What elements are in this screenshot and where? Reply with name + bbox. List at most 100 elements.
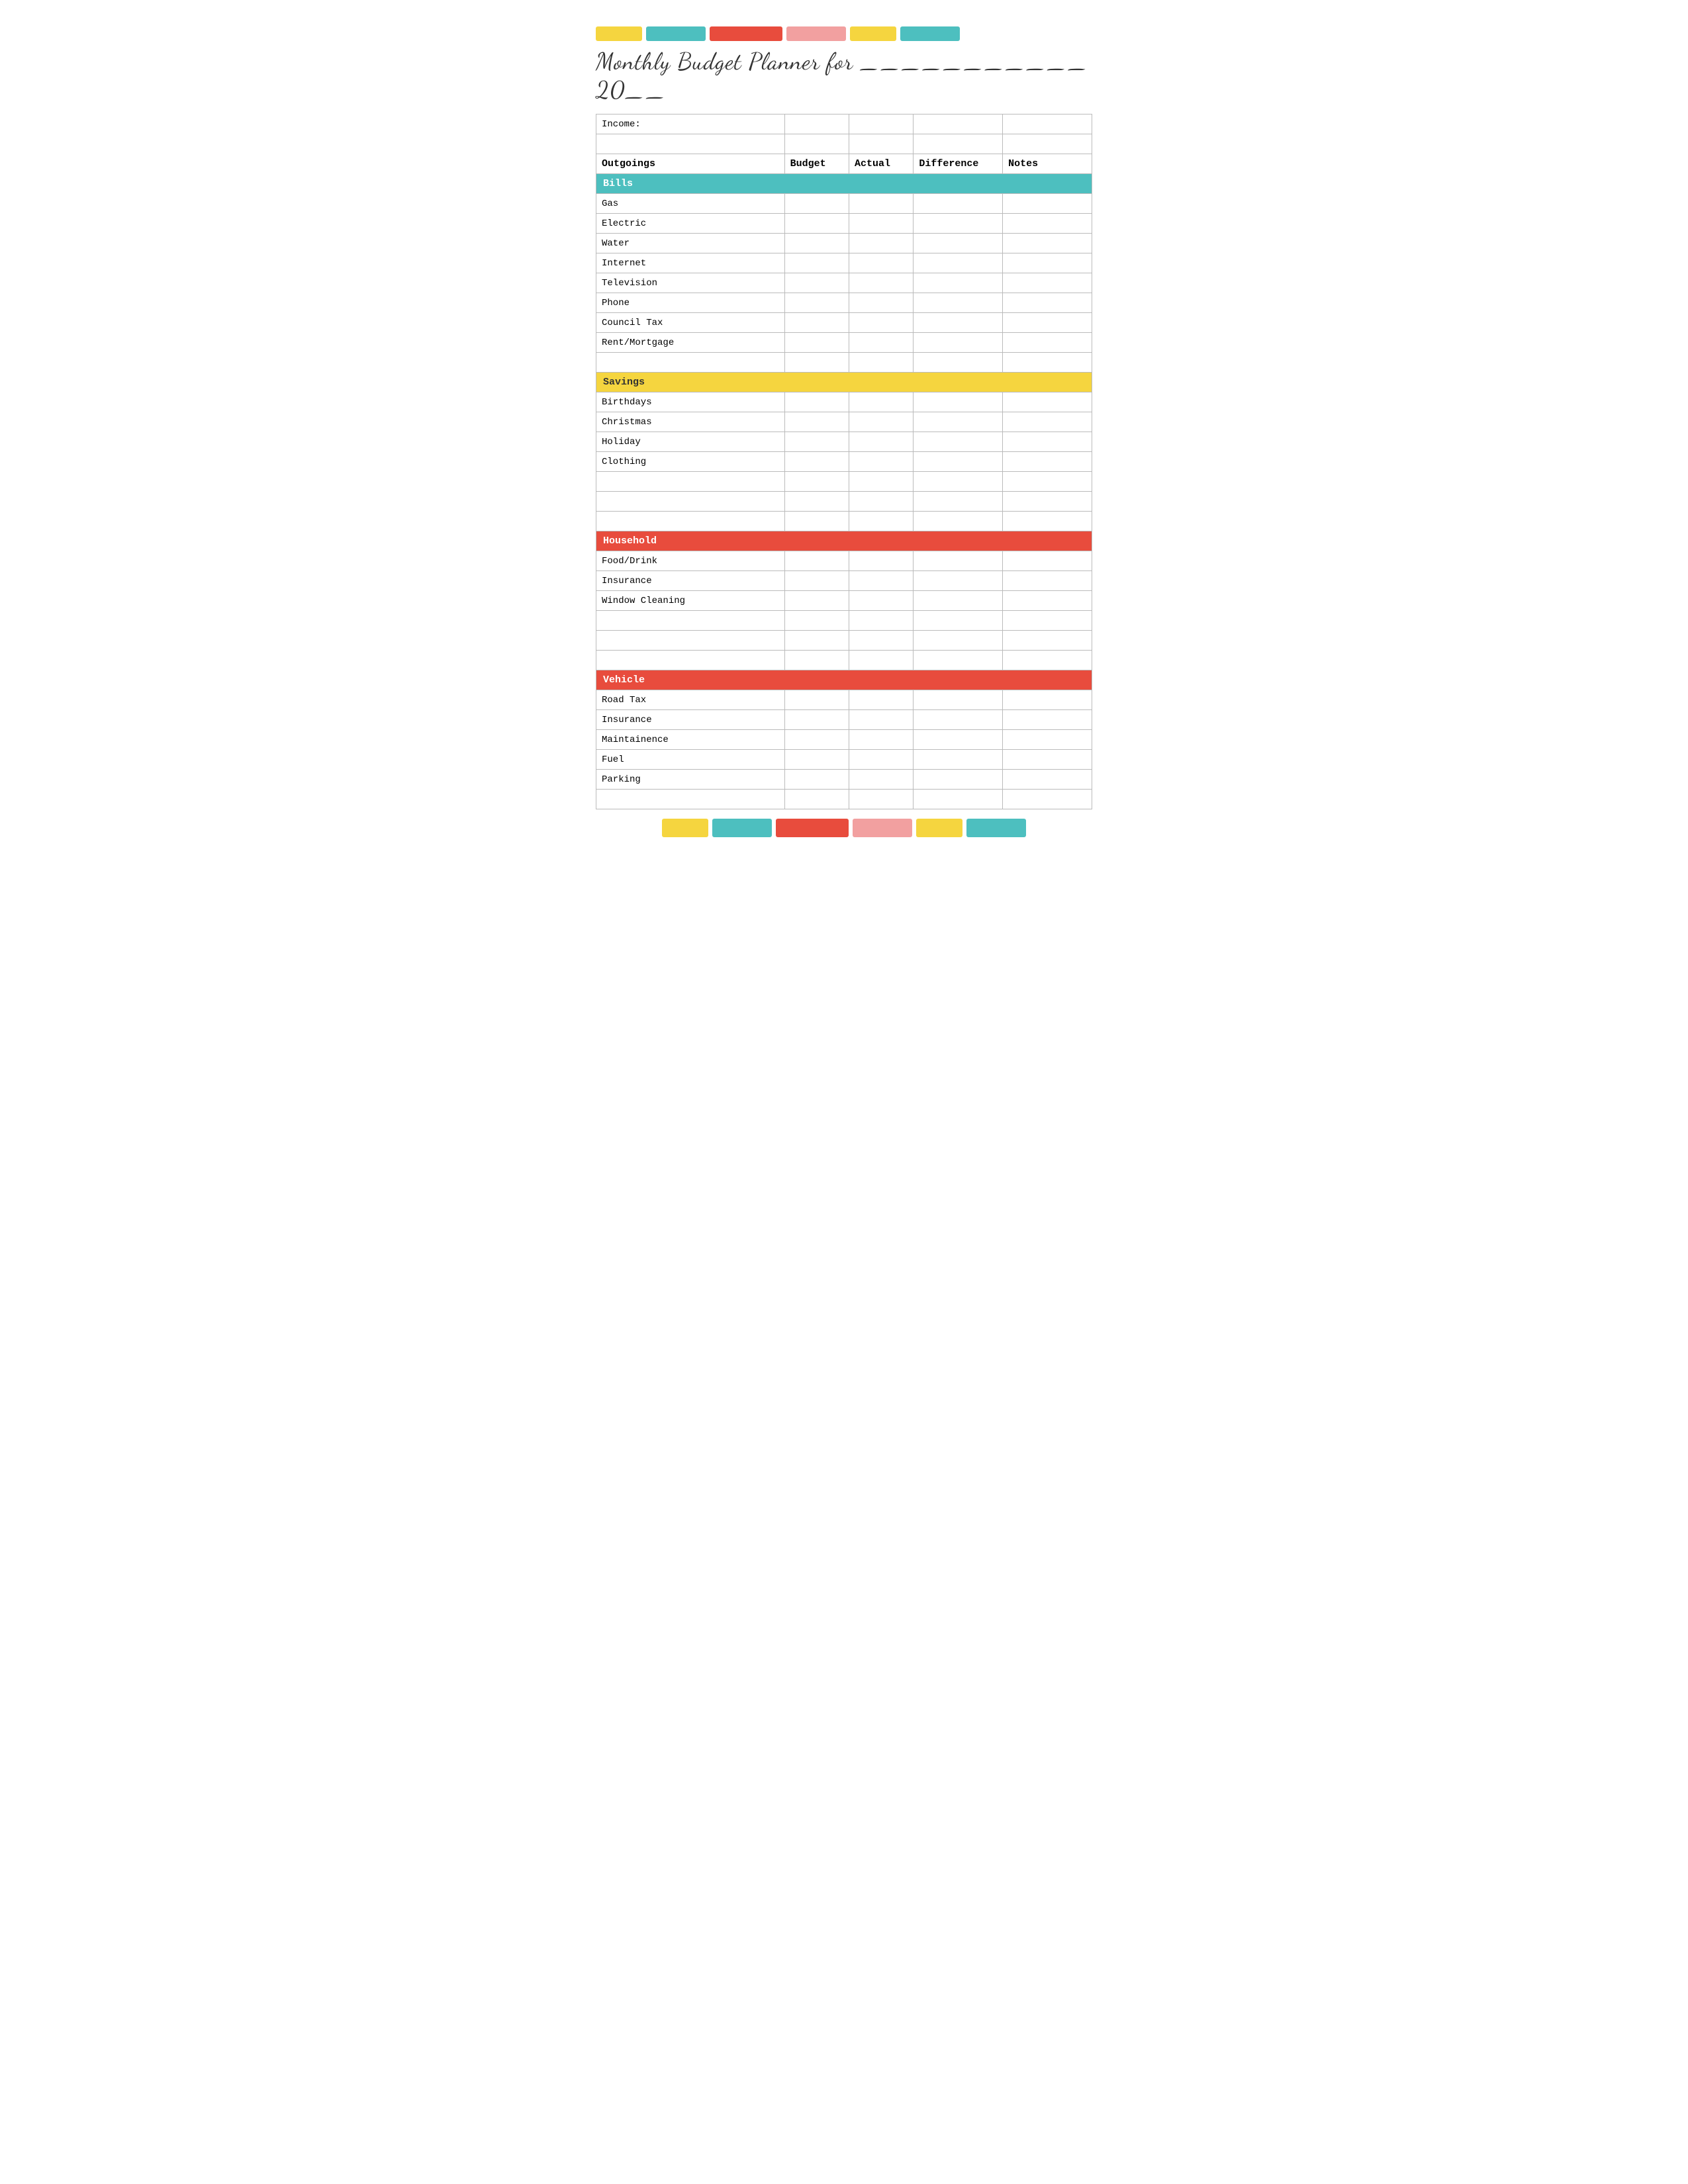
row-actual[interactable] <box>849 313 913 333</box>
row-notes[interactable] <box>1003 690 1092 710</box>
row-label: Gas <box>596 194 785 214</box>
row-budget[interactable] <box>784 452 849 472</box>
row-actual[interactable] <box>849 333 913 353</box>
row-budget[interactable] <box>784 412 849 432</box>
table-row: Gas <box>596 194 1092 214</box>
row-diff[interactable] <box>914 452 1003 472</box>
row-actual[interactable] <box>849 591 913 611</box>
row-notes[interactable] <box>1003 750 1092 770</box>
row-diff[interactable] <box>914 571 1003 591</box>
row-label: Christmas <box>596 412 785 432</box>
row-budget[interactable] <box>784 730 849 750</box>
vehicle-empty-row <box>596 790 1092 809</box>
row-actual[interactable] <box>849 551 913 571</box>
row-diff[interactable] <box>914 730 1003 750</box>
row-actual[interactable] <box>849 412 913 432</box>
row-actual[interactable] <box>849 214 913 234</box>
row-label: Maintainence <box>596 730 785 750</box>
row-notes[interactable] <box>1003 571 1092 591</box>
bottom-bar <box>776 819 849 837</box>
row-actual[interactable] <box>849 710 913 730</box>
row-budget[interactable] <box>784 392 849 412</box>
row-diff[interactable] <box>914 432 1003 452</box>
row-notes[interactable] <box>1003 194 1092 214</box>
row-diff[interactable] <box>914 273 1003 293</box>
row-notes[interactable] <box>1003 730 1092 750</box>
row-actual[interactable] <box>849 253 913 273</box>
row-budget[interactable] <box>784 690 849 710</box>
row-actual[interactable] <box>849 770 913 790</box>
row-budget[interactable] <box>784 551 849 571</box>
row-actual[interactable] <box>849 690 913 710</box>
row-budget[interactable] <box>784 214 849 234</box>
row-notes[interactable] <box>1003 452 1092 472</box>
row-budget[interactable] <box>784 293 849 313</box>
row-diff[interactable] <box>914 392 1003 412</box>
row-actual[interactable] <box>849 293 913 313</box>
row-notes[interactable] <box>1003 234 1092 253</box>
row-budget[interactable] <box>784 333 849 353</box>
row-diff[interactable] <box>914 214 1003 234</box>
row-diff[interactable] <box>914 551 1003 571</box>
top-bar <box>850 26 896 41</box>
row-actual[interactable] <box>849 571 913 591</box>
row-notes[interactable] <box>1003 313 1092 333</box>
row-notes[interactable] <box>1003 392 1092 412</box>
row-budget[interactable] <box>784 432 849 452</box>
row-diff[interactable] <box>914 293 1003 313</box>
table-row: Council Tax <box>596 313 1092 333</box>
income-diff[interactable] <box>914 114 1003 134</box>
row-diff[interactable] <box>914 690 1003 710</box>
row-diff[interactable] <box>914 750 1003 770</box>
row-diff[interactable] <box>914 412 1003 432</box>
row-notes[interactable] <box>1003 770 1092 790</box>
row-actual[interactable] <box>849 234 913 253</box>
row-diff[interactable] <box>914 710 1003 730</box>
row-notes[interactable] <box>1003 432 1092 452</box>
row-notes[interactable] <box>1003 293 1092 313</box>
row-budget[interactable] <box>784 194 849 214</box>
row-budget[interactable] <box>784 571 849 591</box>
row-notes[interactable] <box>1003 591 1092 611</box>
row-notes[interactable] <box>1003 412 1092 432</box>
row-diff[interactable] <box>914 770 1003 790</box>
row-notes[interactable] <box>1003 253 1092 273</box>
row-budget[interactable] <box>784 750 849 770</box>
row-actual[interactable] <box>849 432 913 452</box>
row-budget[interactable] <box>784 273 849 293</box>
section-bills-header: Bills <box>596 174 1092 194</box>
row-budget[interactable] <box>784 234 849 253</box>
row-notes[interactable] <box>1003 551 1092 571</box>
row-diff[interactable] <box>914 591 1003 611</box>
row-diff[interactable] <box>914 313 1003 333</box>
table-row: Road Tax <box>596 690 1092 710</box>
income-notes[interactable] <box>1003 114 1092 134</box>
row-diff[interactable] <box>914 333 1003 353</box>
row-diff[interactable] <box>914 234 1003 253</box>
table-row: Internet <box>596 253 1092 273</box>
row-notes[interactable] <box>1003 333 1092 353</box>
row-actual[interactable] <box>849 730 913 750</box>
row-actual[interactable] <box>849 750 913 770</box>
row-budget[interactable] <box>784 591 849 611</box>
income-actual[interactable] <box>849 114 913 134</box>
income-budget[interactable] <box>784 114 849 134</box>
row-diff[interactable] <box>914 194 1003 214</box>
row-budget[interactable] <box>784 710 849 730</box>
row-notes[interactable] <box>1003 710 1092 730</box>
row-budget[interactable] <box>784 770 849 790</box>
table-row: Clothing <box>596 452 1092 472</box>
row-notes[interactable] <box>1003 214 1092 234</box>
row-actual[interactable] <box>849 392 913 412</box>
row-actual[interactable] <box>849 194 913 214</box>
row-actual[interactable] <box>849 452 913 472</box>
row-notes[interactable] <box>1003 273 1092 293</box>
row-diff[interactable] <box>914 253 1003 273</box>
row-label: Food/Drink <box>596 551 785 571</box>
income-empty-row <box>596 134 1092 154</box>
row-budget[interactable] <box>784 313 849 333</box>
row-actual[interactable] <box>849 273 913 293</box>
col-header-budget: Budget <box>784 154 849 174</box>
income-row: Income: <box>596 114 1092 134</box>
row-budget[interactable] <box>784 253 849 273</box>
